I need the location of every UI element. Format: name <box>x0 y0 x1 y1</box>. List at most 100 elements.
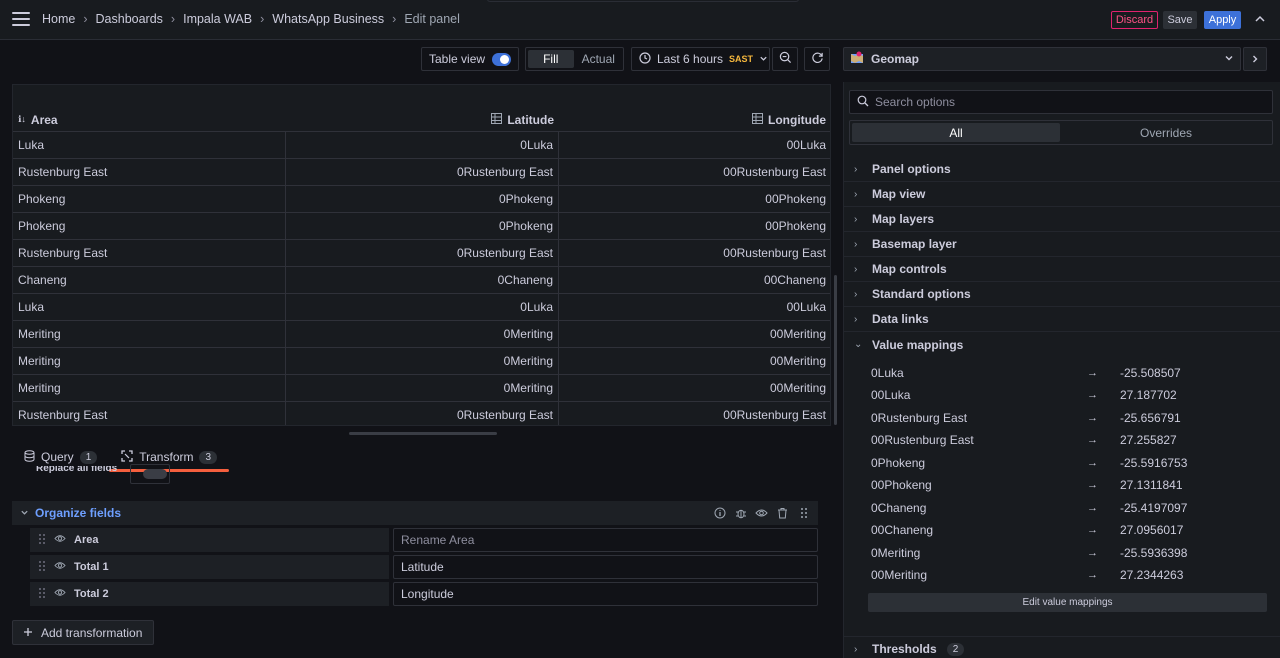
cell-latitude: 0Meriting <box>286 375 559 401</box>
cell-area: Rustenburg East <box>13 402 286 425</box>
replace-all-fields-label: Replace all fields <box>36 466 118 474</box>
section-thresholds[interactable]: › Thresholds 2 <box>844 636 1280 658</box>
column-header-area[interactable]: ℹ↓ Area <box>13 108 286 131</box>
cell-longitude: 00Meriting <box>769 354 826 368</box>
column-header-longitude[interactable]: Longitude <box>559 108 830 131</box>
all-option[interactable]: All <box>852 123 1060 142</box>
breadcrumb-separator-icon: › <box>260 12 265 26</box>
actual-option[interactable]: Actual <box>576 50 622 68</box>
info-icon[interactable] <box>713 507 726 520</box>
mapping-key: 0Rustenburg East <box>871 411 968 425</box>
mapping-key: 0Meriting <box>871 546 921 560</box>
options-search[interactable] <box>849 90 1273 114</box>
zoom-out-button[interactable] <box>772 47 798 71</box>
apply-button[interactable]: Apply <box>1204 11 1241 29</box>
tab-count-badge: 3 <box>199 450 218 464</box>
breadcrumb-dashboard[interactable]: WhatsApp Business <box>272 12 384 26</box>
drag-handle-icon[interactable] <box>797 507 810 520</box>
breadcrumb-folder[interactable]: Impala WAB <box>183 12 252 26</box>
section-label: Thresholds <box>872 642 937 656</box>
section-basemap-layer[interactable]: › Basemap layer <box>844 232 1280 257</box>
add-transformation-label: Add transformation <box>41 625 143 640</box>
column-header-label: Area <box>30 112 58 127</box>
plus-icon <box>23 626 33 640</box>
clock-icon <box>639 51 651 67</box>
table-row: Chaneng 0Chaneng 00Chaneng <box>13 267 830 294</box>
search-icon <box>857 95 869 110</box>
drag-handle-icon[interactable] <box>38 560 46 575</box>
chevron-right-icon: › <box>854 238 858 250</box>
table-row: Rustenburg East 0Rustenburg East 00Rustenb… <box>13 159 830 186</box>
cell-area: Meriting <box>13 375 286 401</box>
organize-field-label: Area <box>30 528 389 552</box>
eye-icon[interactable] <box>54 560 66 574</box>
section-label: Map controls <box>872 262 947 276</box>
mapping-value: -25.4197097 <box>1120 501 1188 515</box>
rename-field-input[interactable] <box>393 582 818 606</box>
cell-longitude: 00Rustenburg East <box>723 408 826 422</box>
section-map-view[interactable]: › Map view <box>844 182 1280 207</box>
section-map-layers[interactable]: › Map layers <box>844 207 1280 232</box>
section-value-mappings[interactable]: ⌄ Value mappings <box>844 332 1280 357</box>
eye-icon[interactable] <box>54 587 66 601</box>
fill-option[interactable]: Fill <box>528 50 574 68</box>
chevron-right-icon[interactable] <box>1243 47 1267 71</box>
table-row: Meriting 0Meriting 00Meriting <box>13 375 830 402</box>
replace-all-fields-switch[interactable] <box>130 464 170 484</box>
cell-longitude: 00Luka <box>786 300 826 314</box>
arrow-right-icon: → <box>1087 457 1098 469</box>
arrow-right-icon: → <box>1087 412 1098 424</box>
trash-icon[interactable] <box>776 507 789 520</box>
value-mapping-row: 00Rustenburg East → 27.255827 <box>871 429 1271 451</box>
field-name: Area <box>74 534 99 546</box>
table-view-switch[interactable] <box>492 52 511 66</box>
save-button[interactable]: Save <box>1163 11 1197 29</box>
table-view-toggle[interactable]: Table view <box>421 47 519 71</box>
column-header-latitude[interactable]: Latitude <box>286 108 559 131</box>
vertical-scrollbar[interactable] <box>834 275 837 425</box>
value-mapping-row: 0Rustenburg East → -25.656791 <box>871 407 1271 429</box>
tab-label: Transform <box>139 450 194 464</box>
table-view-label: Table view <box>429 52 486 66</box>
breadcrumb-home[interactable]: Home <box>42 12 75 26</box>
organize-fields-header[interactable]: Organize fields <box>12 501 818 525</box>
bug-icon[interactable] <box>734 507 747 520</box>
discard-button[interactable]: Discard <box>1111 11 1158 29</box>
top-search-edge[interactable] <box>487 0 799 2</box>
table-row: Meriting 0Meriting 00Meriting <box>13 348 830 375</box>
eye-icon[interactable] <box>755 507 768 520</box>
panel-resize-handle[interactable] <box>349 432 497 435</box>
overrides-option[interactable]: Overrides <box>1062 123 1270 142</box>
rename-field-input[interactable] <box>393 528 818 552</box>
chevron-down-icon: ⌄ <box>854 339 863 350</box>
breadcrumb-dashboards[interactable]: Dashboards <box>96 12 163 26</box>
menu-icon[interactable] <box>12 12 30 26</box>
visualization-picker[interactable]: Geomap <box>843 47 1241 71</box>
value-mapping-row: 0Phokeng → -25.5916753 <box>871 452 1271 474</box>
drag-handle-icon[interactable] <box>38 533 46 548</box>
tab-label: Query <box>41 450 74 464</box>
arrow-right-icon: → <box>1087 502 1098 514</box>
cell-latitude: 0Rustenburg East <box>286 159 559 185</box>
organize-field-label: Total 2 <box>30 582 389 606</box>
section-label: Map view <box>872 187 926 201</box>
value-mapping-row: 00Chaneng → 27.0956017 <box>871 519 1271 541</box>
section-standard-options[interactable]: › Standard options <box>844 282 1280 307</box>
section-data-links[interactable]: › Data links <box>844 307 1280 332</box>
drag-handle-icon[interactable] <box>38 587 46 602</box>
organize-field-row: Total 2 <box>30 582 818 606</box>
section-map-controls[interactable]: › Map controls <box>844 257 1280 282</box>
edit-value-mappings-button[interactable]: Edit value mappings <box>868 593 1267 612</box>
cell-area: Rustenburg East <box>13 159 286 185</box>
chevron-up-icon[interactable] <box>1253 13 1267 27</box>
rename-field-input[interactable] <box>393 555 818 579</box>
section-panel-options[interactable]: › Panel options <box>844 157 1280 182</box>
cell-latitude: 0Phokeng <box>286 213 559 239</box>
add-transformation-button[interactable]: Add transformation <box>12 620 154 645</box>
time-range-picker[interactable]: Last 6 hours SAST <box>631 47 770 71</box>
refresh-button[interactable] <box>804 47 830 71</box>
cell-area: Meriting <box>13 348 286 374</box>
organize-fields-actions <box>713 507 810 520</box>
eye-icon[interactable] <box>54 533 66 547</box>
options-search-input[interactable] <box>875 95 1255 109</box>
